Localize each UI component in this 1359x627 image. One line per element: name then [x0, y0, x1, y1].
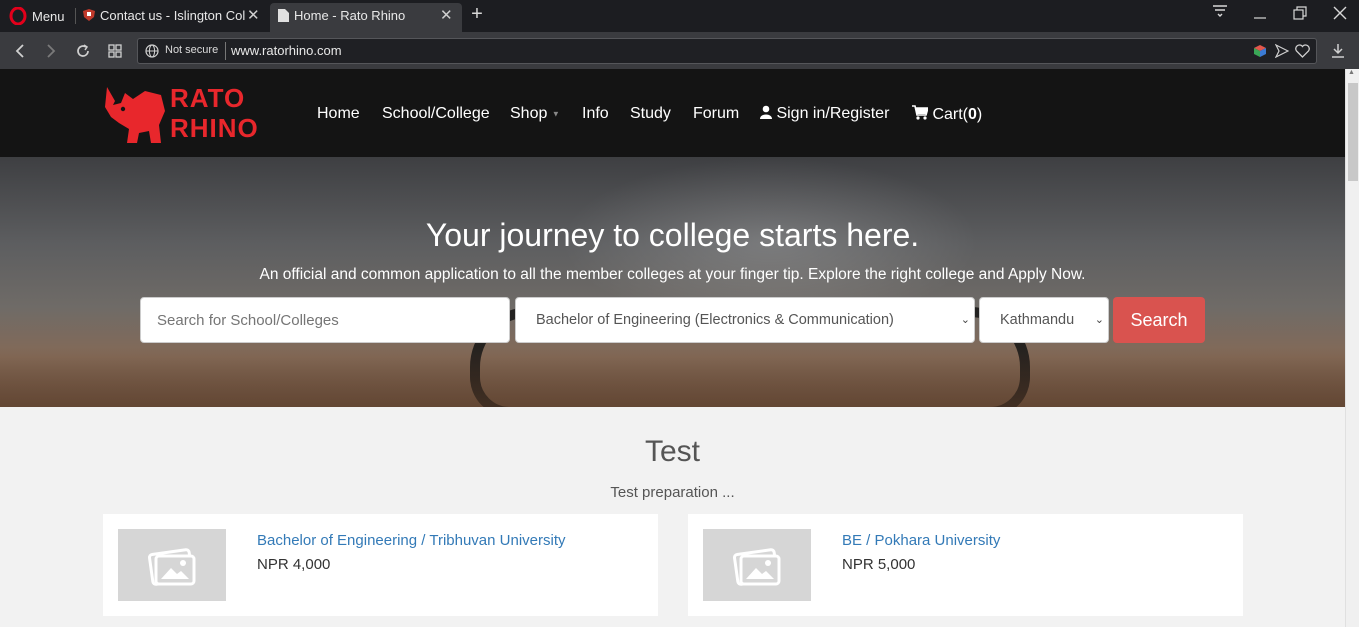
tab-divider: [75, 8, 76, 24]
close-icon[interactable]: [1328, 6, 1352, 24]
send-icon[interactable]: [1275, 44, 1289, 58]
cart-count: 0: [968, 106, 977, 123]
chevron-down-icon: ⌄: [1094, 314, 1104, 326]
nav-shop[interactable]: Shop ▼: [510, 105, 560, 123]
browser-tab-bar: Menu Contact us - Islington Colle ✕ Home…: [0, 0, 1359, 32]
nav-home[interactable]: Home: [317, 105, 360, 123]
nav-forum[interactable]: Forum: [693, 105, 739, 123]
url-divider: [225, 42, 226, 60]
nav-study[interactable]: Study: [630, 105, 671, 123]
back-icon[interactable]: [9, 40, 31, 62]
rhino-logo-icon: [105, 87, 165, 143]
nav-school-college[interactable]: School/College: [382, 105, 490, 123]
cart-icon: [912, 105, 930, 120]
heart-icon[interactable]: [1295, 44, 1310, 58]
download-icon[interactable]: [1327, 40, 1349, 62]
section-title: Test: [644, 435, 701, 468]
speed-dial-icon[interactable]: [104, 40, 126, 62]
nav-shop-label: Shop: [510, 105, 548, 122]
course-card-title[interactable]: BE / Pokhara University: [842, 532, 1000, 549]
globe-icon: [145, 44, 159, 58]
shield-favicon-icon: [83, 9, 95, 21]
cart-label: Cart(: [932, 106, 969, 123]
school-search-input[interactable]: [140, 297, 510, 343]
url-text[interactable]: www.ratorhino.com: [231, 43, 342, 58]
tab-home-rato-rhino[interactable]: Home - Rato Rhino ✕: [270, 3, 462, 32]
image-placeholder: [703, 529, 811, 601]
page-scrollbar[interactable]: ▲: [1345, 69, 1359, 627]
page-viewport: RATO RHINO Home School/College Shop ▼ In…: [0, 69, 1345, 627]
opera-logo-icon: [9, 7, 27, 25]
image-placeholder: [118, 529, 226, 601]
course-card-title[interactable]: Bachelor of Engineering / Tribhuvan Univ…: [257, 532, 566, 549]
section-subtitle: Test preparation ...: [610, 484, 735, 501]
new-tab-button[interactable]: +: [468, 3, 486, 26]
program-select-value: Bachelor of Engineering (Electronics & C…: [536, 312, 894, 328]
chevron-down-icon: ⌄: [960, 314, 970, 326]
reload-icon[interactable]: [72, 40, 94, 62]
close-tab-icon[interactable]: ✕: [440, 3, 453, 29]
course-card-price: NPR 4,000: [257, 556, 331, 573]
tab-label: Home - Rato Rhino: [294, 8, 406, 23]
tab-contact-us[interactable]: Contact us - Islington Colle ✕: [78, 3, 268, 32]
minimize-icon[interactable]: [1248, 6, 1272, 24]
course-card[interactable]: Bachelor of Engineering / Tribhuvan Univ…: [103, 514, 658, 616]
user-icon: [760, 105, 772, 119]
site-navbar: RATO RHINO Home School/College Shop ▼ In…: [0, 69, 1345, 157]
site-logo[interactable]: RATO RHINO: [103, 81, 273, 147]
restore-icon[interactable]: [1288, 6, 1312, 24]
url-field[interactable]: Not secure www.ratorhino.com: [137, 38, 1317, 64]
hero-subtitle: An official and common application to al…: [259, 266, 1086, 283]
image-placeholder-icon: [147, 548, 196, 586]
logo-text-line2: RHINO: [170, 113, 259, 143]
cart-label-close: ): [976, 106, 983, 123]
document-favicon-icon: [278, 9, 289, 22]
hero-background-desk: [0, 347, 1345, 407]
extension-cube-icon[interactable]: [1253, 44, 1267, 58]
close-tab-icon[interactable]: ✕: [247, 3, 260, 29]
scrollbar-thumb[interactable]: [1348, 83, 1358, 181]
sign-in-label: Sign in/Register: [776, 105, 890, 122]
program-select[interactable]: Bachelor of Engineering (Electronics & C…: [515, 297, 975, 343]
tab-label: Contact us - Islington Colle: [100, 8, 245, 23]
menu-label: Menu: [32, 9, 65, 24]
forward-icon[interactable]: [40, 40, 62, 62]
opera-menu-button[interactable]: Menu: [6, 6, 68, 26]
image-placeholder-icon: [732, 548, 781, 586]
location-select-value: Kathmandu: [1000, 312, 1075, 328]
course-card[interactable]: BE / Pokhara University NPR 5,000: [688, 514, 1243, 616]
tab-menu-icon[interactable]: [1208, 4, 1232, 22]
logo-text-line1: RATO: [170, 83, 246, 113]
nav-sign-in-register[interactable]: Sign in/Register: [760, 105, 889, 123]
nav-cart[interactable]: Cart(0): [912, 105, 982, 124]
scroll-up-arrow-icon[interactable]: ▲: [1348, 69, 1355, 76]
nav-info[interactable]: Info: [582, 105, 609, 123]
caret-down-icon: ▼: [551, 109, 560, 119]
security-label[interactable]: Not secure: [165, 44, 218, 56]
location-select[interactable]: Kathmandu ⌄: [979, 297, 1109, 343]
search-button[interactable]: Search: [1113, 297, 1205, 343]
course-card-price: NPR 5,000: [842, 556, 916, 573]
hero-title: Your journey to college starts here.: [425, 217, 920, 253]
